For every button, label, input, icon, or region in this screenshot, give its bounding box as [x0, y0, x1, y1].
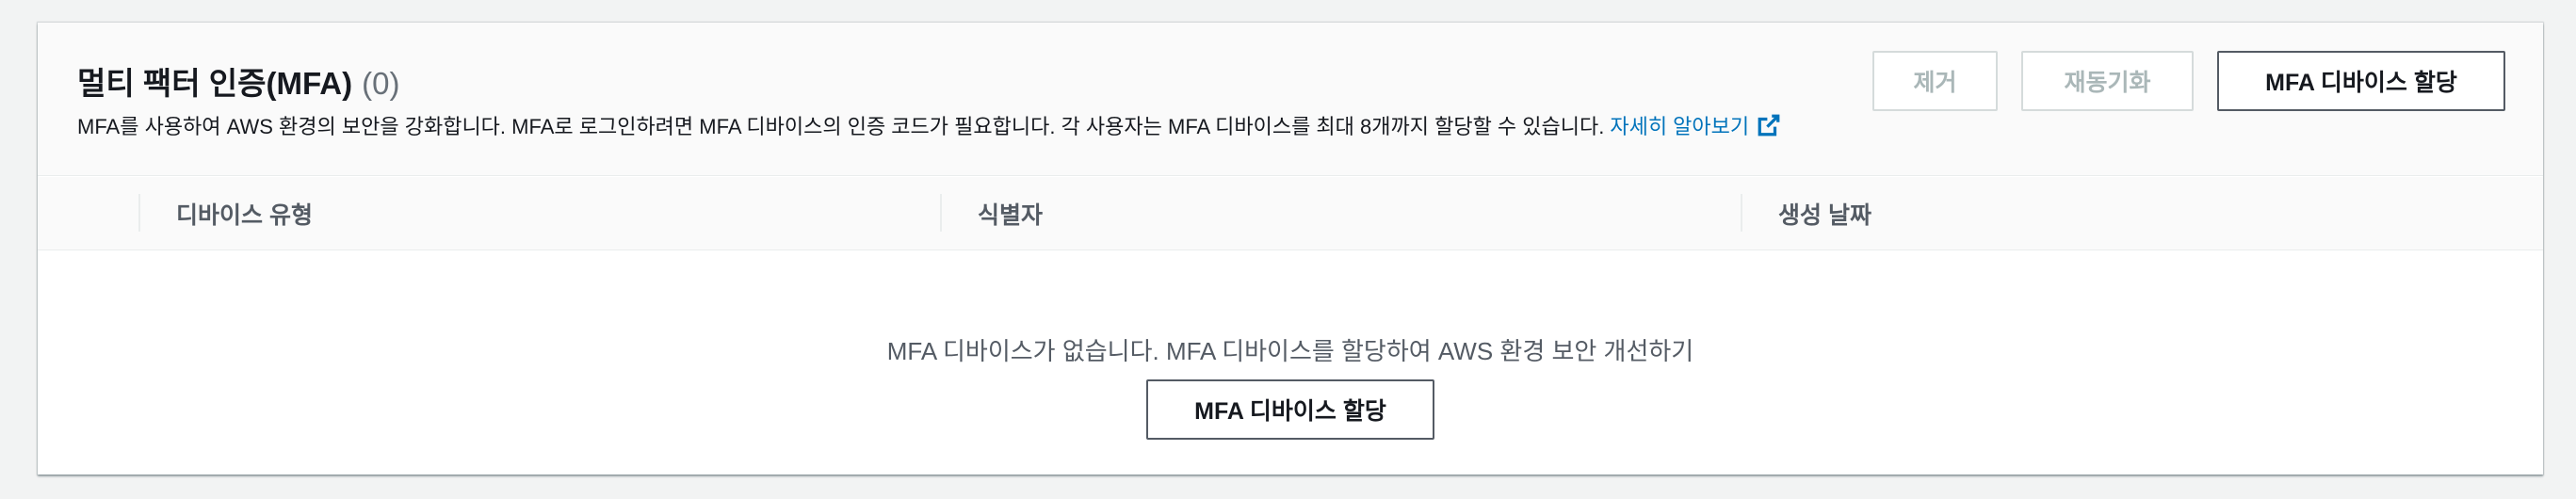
description-text: MFA를 사용하여 AWS 환경의 보안을 강화합니다. MFA로 로그인하려면…	[77, 115, 1605, 138]
column-label: 식별자	[978, 202, 1044, 229]
remove-button[interactable]: 제거	[1872, 51, 1998, 111]
resync-button[interactable]: 재동기화	[2021, 51, 2194, 111]
learn-more-link[interactable]: 자세히 알아보기	[1610, 110, 1781, 140]
column-label: 디바이스 유형	[176, 202, 313, 229]
external-link-icon	[1757, 113, 1781, 137]
assign-mfa-device-button[interactable]: MFA 디바이스 할당	[2217, 51, 2505, 111]
header-actions: 제거 재동기화 MFA 디바이스 할당	[1872, 51, 2505, 111]
column-created-date[interactable]: 생성 날짜	[1741, 177, 2543, 250]
empty-assign-mfa-button[interactable]: MFA 디바이스 할당	[1146, 379, 1434, 440]
panel-title: 멀티 팩터 인증(MFA)	[77, 66, 353, 101]
column-divider	[1741, 194, 1742, 232]
empty-state-message: MFA 디바이스가 없습니다. MFA 디바이스를 할당하여 AWS 환경 보안…	[886, 337, 1694, 365]
column-divider	[138, 194, 140, 232]
panel-description: MFA를 사용하여 AWS 환경의 보안을 강화합니다. MFA로 로그인하려면…	[77, 110, 1781, 140]
mfa-panel: 멀티 팩터 인증(MFA) (0) MFA를 사용하여 AWS 환경의 보안을 …	[38, 23, 2543, 475]
column-device-type[interactable]: 디바이스 유형	[138, 177, 940, 250]
column-label: 생성 날짜	[1778, 202, 1871, 229]
column-divider	[940, 194, 942, 232]
table-header: 디바이스 유형 식별자 생성 날짜	[38, 177, 2543, 250]
panel-header: 멀티 팩터 인증(MFA) (0) MFA를 사용하여 AWS 환경의 보안을 …	[38, 23, 2543, 176]
empty-state: MFA 디바이스가 없습니다. MFA 디바이스를 할당하여 AWS 환경 보안…	[38, 251, 2543, 475]
device-count: (0)	[362, 66, 400, 101]
title-row: 멀티 팩터 인증(MFA) (0)	[77, 58, 399, 104]
learn-more-label: 자세히 알아보기	[1610, 115, 1750, 138]
column-identifier[interactable]: 식별자	[940, 177, 1741, 250]
